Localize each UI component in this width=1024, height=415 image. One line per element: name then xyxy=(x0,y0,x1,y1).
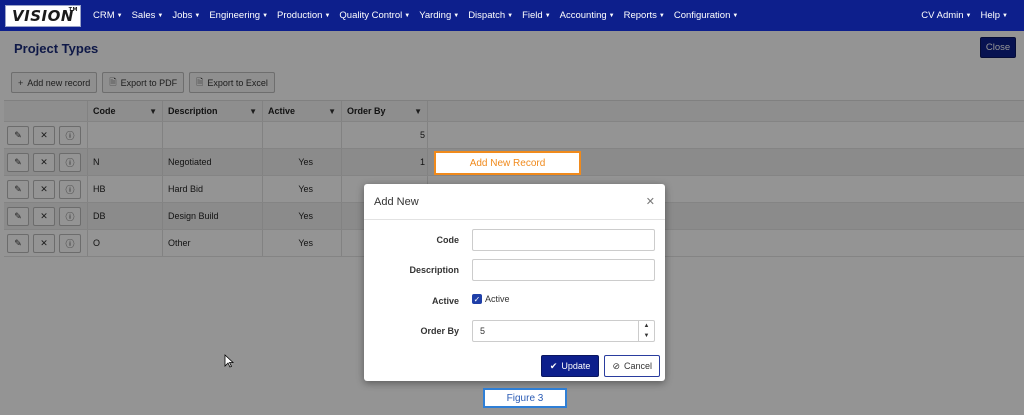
mouse-cursor-icon xyxy=(224,354,234,368)
close-icon[interactable]: ✕ xyxy=(646,195,655,208)
cancel-button[interactable]: ⊘ Cancel xyxy=(604,355,660,377)
chevron-down-icon: ▼ xyxy=(453,13,460,19)
dialog-footer: ✔ Update ⊘ Cancel xyxy=(364,355,665,377)
dialog-header: Add New ✕ xyxy=(364,184,665,220)
code-input[interactable] xyxy=(472,229,655,251)
order-by-value[interactable]: 5 xyxy=(473,326,638,336)
chevron-down-icon: ▼ xyxy=(544,13,551,19)
dialog-title: Add New xyxy=(374,195,419,208)
active-label: Active xyxy=(431,296,459,306)
user-menu[interactable]: CV Admin ▼ xyxy=(921,10,971,21)
menu-dispatch[interactable]: Dispatch ▼ xyxy=(468,10,513,21)
logo-trademark: TM xyxy=(68,7,78,13)
increment-icon[interactable]: ▲ xyxy=(644,323,650,329)
stepper-buttons: ▲ ▼ xyxy=(638,321,654,341)
user-menu-area: CV Admin ▼ Help ▼ xyxy=(921,0,1008,31)
vision-logo[interactable]: VISION TM xyxy=(5,5,81,27)
description-row: Description xyxy=(364,259,665,281)
menu-engineering[interactable]: Engineering ▼ xyxy=(209,10,268,21)
chevron-down-icon: ▼ xyxy=(194,13,201,19)
menu-quality-control[interactable]: Quality Control ▼ xyxy=(339,10,410,21)
chevron-down-icon: ▼ xyxy=(157,13,164,19)
chevron-down-icon: ▼ xyxy=(404,13,411,19)
active-row: Active ✓ Active xyxy=(364,290,665,312)
chevron-down-icon: ▼ xyxy=(507,13,514,19)
update-button[interactable]: ✔ Update xyxy=(540,355,600,377)
chevron-down-icon: ▼ xyxy=(658,13,665,19)
order-by-label: Order By xyxy=(420,326,459,336)
menu-reports[interactable]: Reports ▼ xyxy=(624,10,665,21)
add-new-record-callout: Add New Record xyxy=(434,151,581,175)
cancel-icon: ⊘ xyxy=(612,360,620,371)
main-menu: CRM ▼ Sales ▼ Jobs ▼ Engineering ▼ Productio… xyxy=(93,0,738,31)
menu-crm[interactable]: CRM ▼ xyxy=(93,10,123,21)
description-label: Description xyxy=(409,265,459,275)
chevron-down-icon: ▼ xyxy=(965,13,972,19)
chevron-down-icon: ▼ xyxy=(732,13,739,19)
logo-text: VISION xyxy=(12,7,74,25)
add-new-dialog: Add New ✕ Code Description Active ✓ Acti… xyxy=(364,184,665,381)
chevron-down-icon: ▼ xyxy=(608,13,615,19)
menu-configuration[interactable]: Configuration ▼ xyxy=(674,10,738,21)
check-icon: ✔ xyxy=(549,360,558,371)
checkbox-checked-icon[interactable]: ✓ xyxy=(472,294,482,304)
chevron-down-icon: ▼ xyxy=(324,13,331,19)
menu-sales[interactable]: Sales ▼ xyxy=(132,10,164,21)
menu-jobs[interactable]: Jobs ▼ xyxy=(172,10,200,21)
figure-caption: Figure 3 xyxy=(483,388,567,408)
code-row: Code xyxy=(364,229,665,251)
chevron-down-icon: ▼ xyxy=(262,13,269,19)
cancel-label: Cancel xyxy=(623,361,652,371)
order-by-stepper[interactable]: 5 ▲ ▼ xyxy=(472,320,655,342)
update-label: Update xyxy=(561,361,591,371)
description-input[interactable] xyxy=(472,259,655,281)
active-checkbox-group[interactable]: ✓ Active xyxy=(472,294,510,304)
menu-production[interactable]: Production ▼ xyxy=(277,10,330,21)
menu-yarding[interactable]: Yarding ▼ xyxy=(419,10,459,21)
top-navbar: VISION TM CRM ▼ Sales ▼ Jobs ▼ Engineering ▼… xyxy=(0,0,1024,31)
code-label: Code xyxy=(436,235,460,245)
menu-field[interactable]: Field ▼ xyxy=(522,10,551,21)
help-menu[interactable]: Help ▼ xyxy=(981,10,1009,21)
chevron-down-icon: ▼ xyxy=(1002,13,1008,19)
active-checkbox-label: Active xyxy=(485,294,510,304)
order-by-row: Order By 5 ▲ ▼ xyxy=(364,320,665,342)
menu-accounting[interactable]: Accounting ▼ xyxy=(560,10,615,21)
chevron-down-icon: ▼ xyxy=(116,13,123,19)
decrement-icon[interactable]: ▼ xyxy=(644,333,650,339)
